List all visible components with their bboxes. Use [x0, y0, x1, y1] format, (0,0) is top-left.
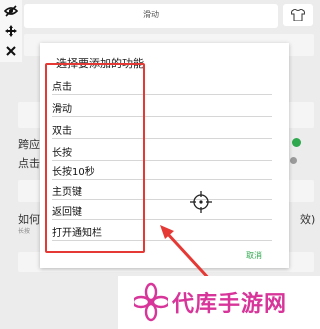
flower-logo-icon	[134, 282, 168, 322]
watermark: 代库手游网	[118, 276, 320, 329]
watermark-text: 代库手游网	[172, 292, 288, 317]
